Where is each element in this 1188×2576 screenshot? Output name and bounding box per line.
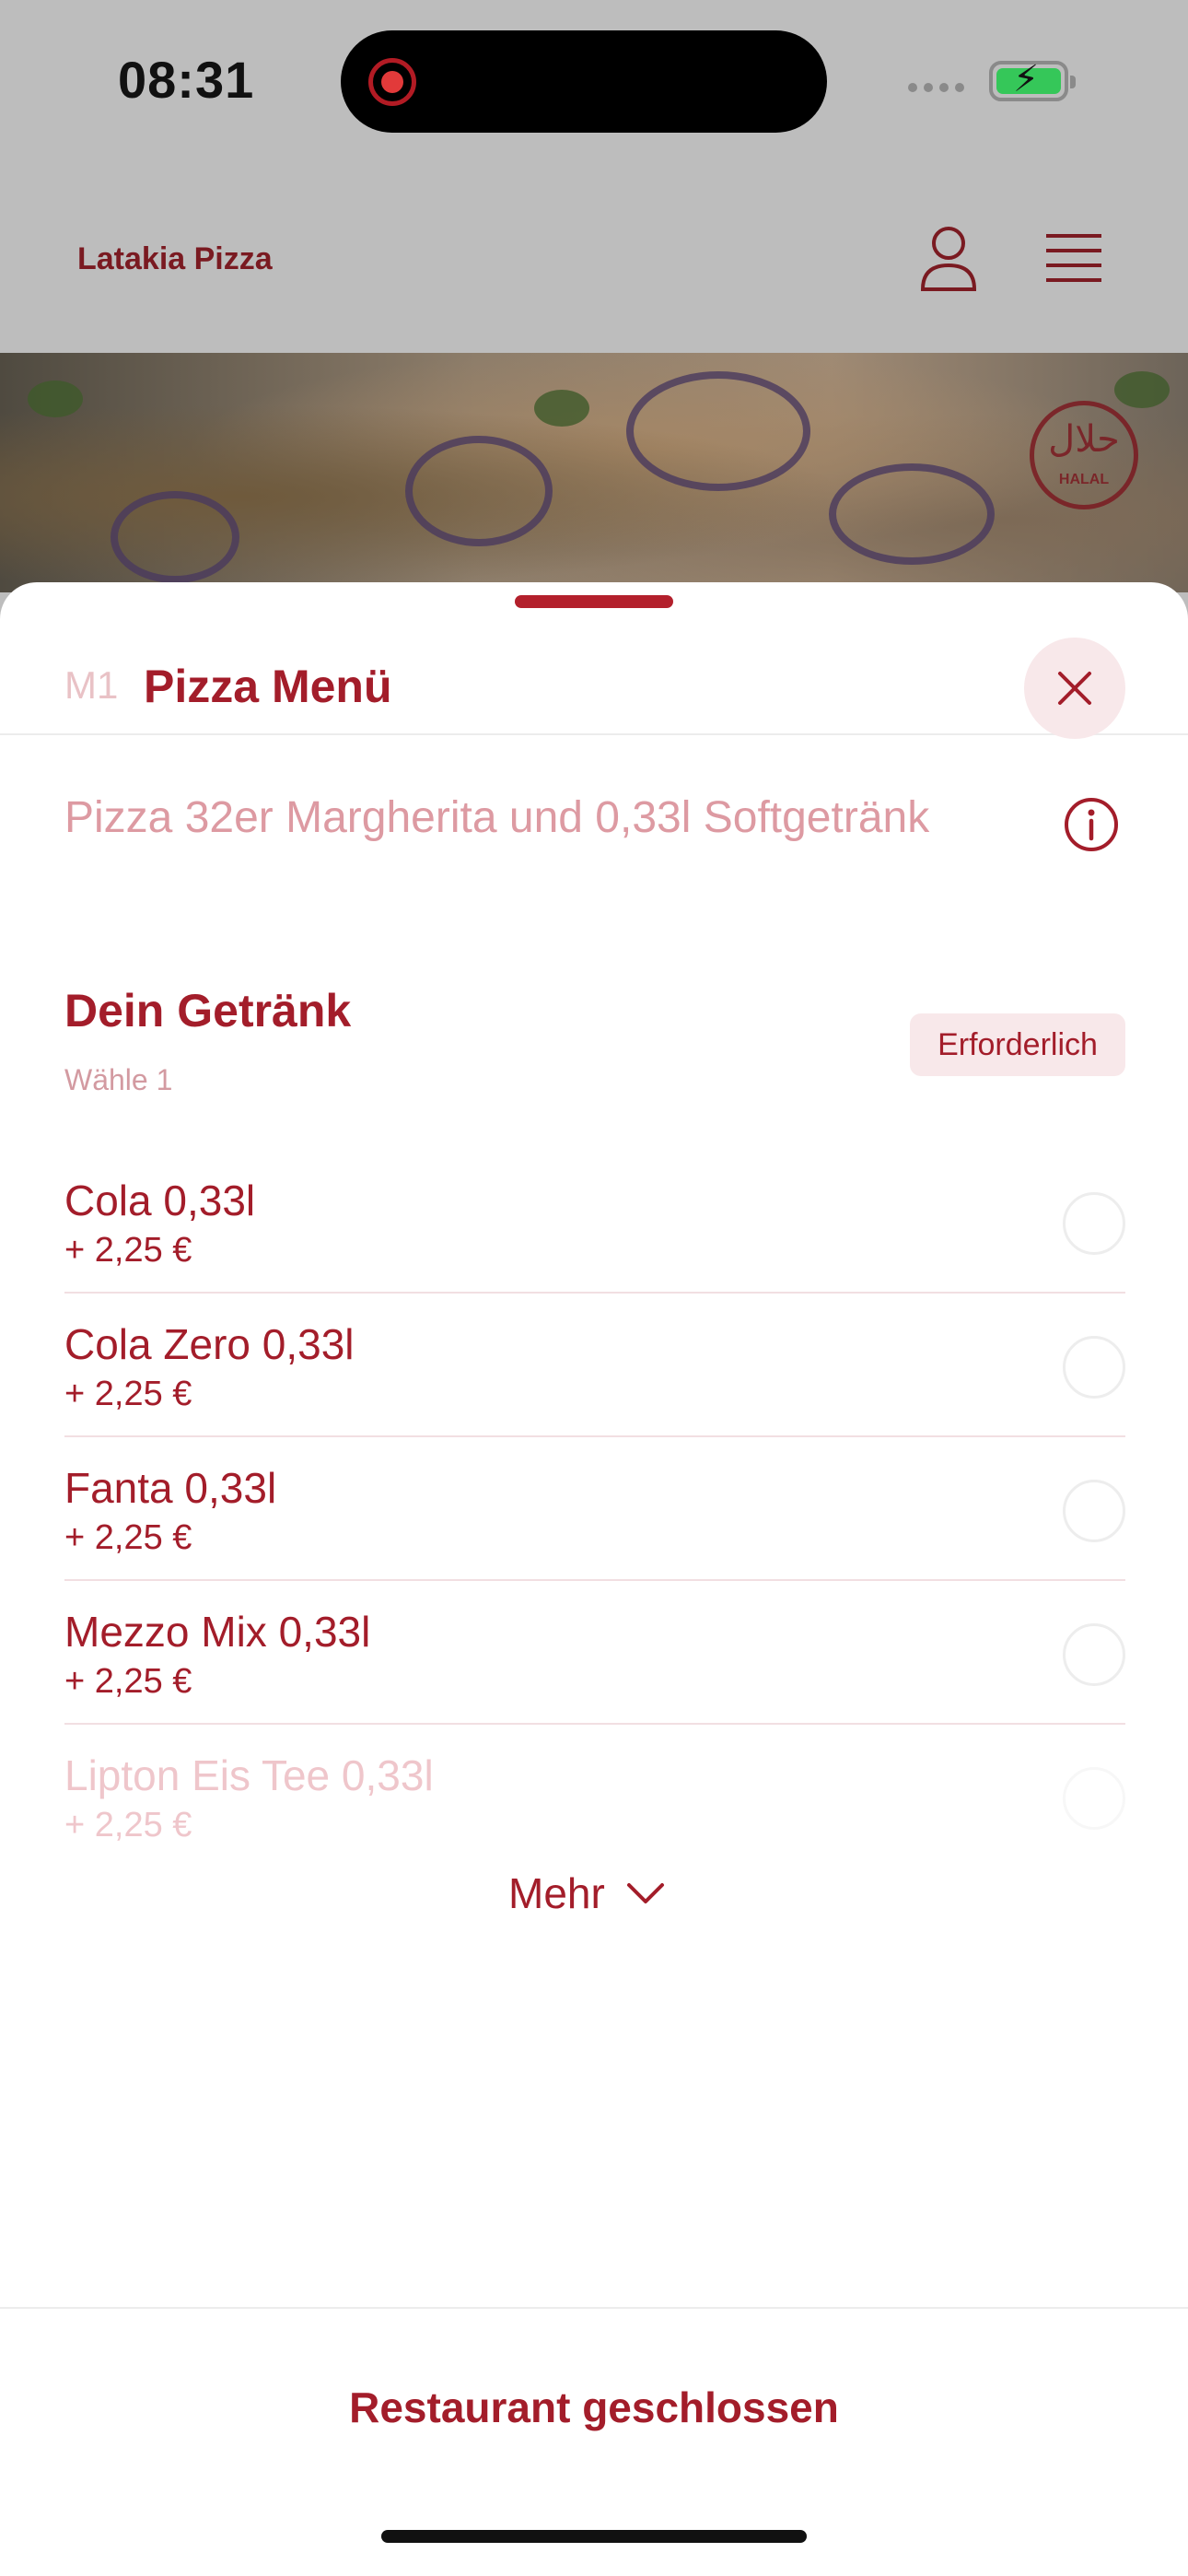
- option-price: + 2,25 €: [64, 1518, 192, 1557]
- item-description: Pizza 32er Margherita und 0,33l Softgetr…: [64, 793, 930, 842]
- option-price: + 2,25 €: [64, 1231, 192, 1270]
- sheet-header: M1 Pizza Menü: [0, 608, 1188, 739]
- option-name: Lipton Eis Tee 0,33l: [64, 1751, 434, 1799]
- option-price: + 2,25 €: [64, 1806, 192, 1844]
- option-price: + 2,25 €: [64, 1662, 192, 1701]
- option-radio[interactable]: [1063, 1623, 1125, 1686]
- hero-pizza-image: حلال HALAL: [0, 353, 1188, 592]
- record-icon: [368, 58, 416, 106]
- item-code: M1: [64, 663, 119, 707]
- option-row[interactable]: Cola 0,33l + 2,25 €: [64, 1150, 1125, 1294]
- option-row[interactable]: Lipton Eis Tee 0,33l + 2,25 €: [64, 1725, 1125, 1868]
- option-radio[interactable]: [1063, 1767, 1125, 1830]
- option-radio[interactable]: [1063, 1480, 1125, 1542]
- brand-name[interactable]: Latakia Pizza: [77, 241, 273, 277]
- chevron-down-icon: [626, 1883, 664, 1903]
- halal-badge: حلال HALAL: [1030, 401, 1138, 509]
- close-button[interactable]: [1024, 638, 1125, 739]
- option-price: + 2,25 €: [64, 1375, 192, 1413]
- close-icon: [1058, 672, 1091, 705]
- sheet-grabber[interactable]: [515, 595, 673, 608]
- status-time: 08:31: [118, 51, 255, 109]
- drink-options-list: Cola 0,33l + 2,25 € Cola Zero 0,33l + 2,…: [64, 1150, 1125, 1868]
- app-header: Latakia Pizza: [0, 166, 1188, 353]
- more-label: Mehr: [508, 1869, 605, 1917]
- option-name: Fanta 0,33l: [64, 1464, 277, 1512]
- profile-icon[interactable]: [919, 225, 978, 291]
- info-icon[interactable]: [1063, 796, 1120, 853]
- signal-icon: [908, 83, 964, 92]
- option-name: Mezzo Mix 0,33l: [64, 1608, 371, 1656]
- required-badge: Erforderlich: [910, 1013, 1125, 1076]
- home-indicator[interactable]: [381, 2530, 807, 2543]
- sheet-footer: Restaurant geschlossen: [0, 2307, 1188, 2576]
- more-button[interactable]: Mehr: [508, 1861, 666, 1926]
- section-title: Dein Getränk: [64, 985, 352, 1036]
- section-subtitle: Wähle 1: [64, 1063, 173, 1096]
- option-row[interactable]: Fanta 0,33l + 2,25 €: [64, 1437, 1125, 1581]
- dynamic-island: [341, 30, 827, 133]
- battery-icon: ⚡: [989, 61, 1076, 101]
- product-sheet: M1 Pizza Menü Pizza 32er Margherita und …: [0, 582, 1188, 2576]
- option-name: Cola 0,33l: [64, 1177, 256, 1224]
- option-row[interactable]: Mezzo Mix 0,33l + 2,25 €: [64, 1581, 1125, 1725]
- hamburger-menu-icon[interactable]: [1044, 232, 1103, 284]
- status-bar: 08:31 ⚡: [0, 0, 1188, 166]
- item-title: Pizza Menü: [144, 661, 392, 712]
- option-radio[interactable]: [1063, 1336, 1125, 1399]
- option-name: Cola Zero 0,33l: [64, 1320, 355, 1368]
- restaurant-closed-label: Restaurant geschlossen: [349, 2383, 839, 2431]
- option-radio[interactable]: [1063, 1192, 1125, 1255]
- option-row[interactable]: Cola Zero 0,33l + 2,25 €: [64, 1294, 1125, 1437]
